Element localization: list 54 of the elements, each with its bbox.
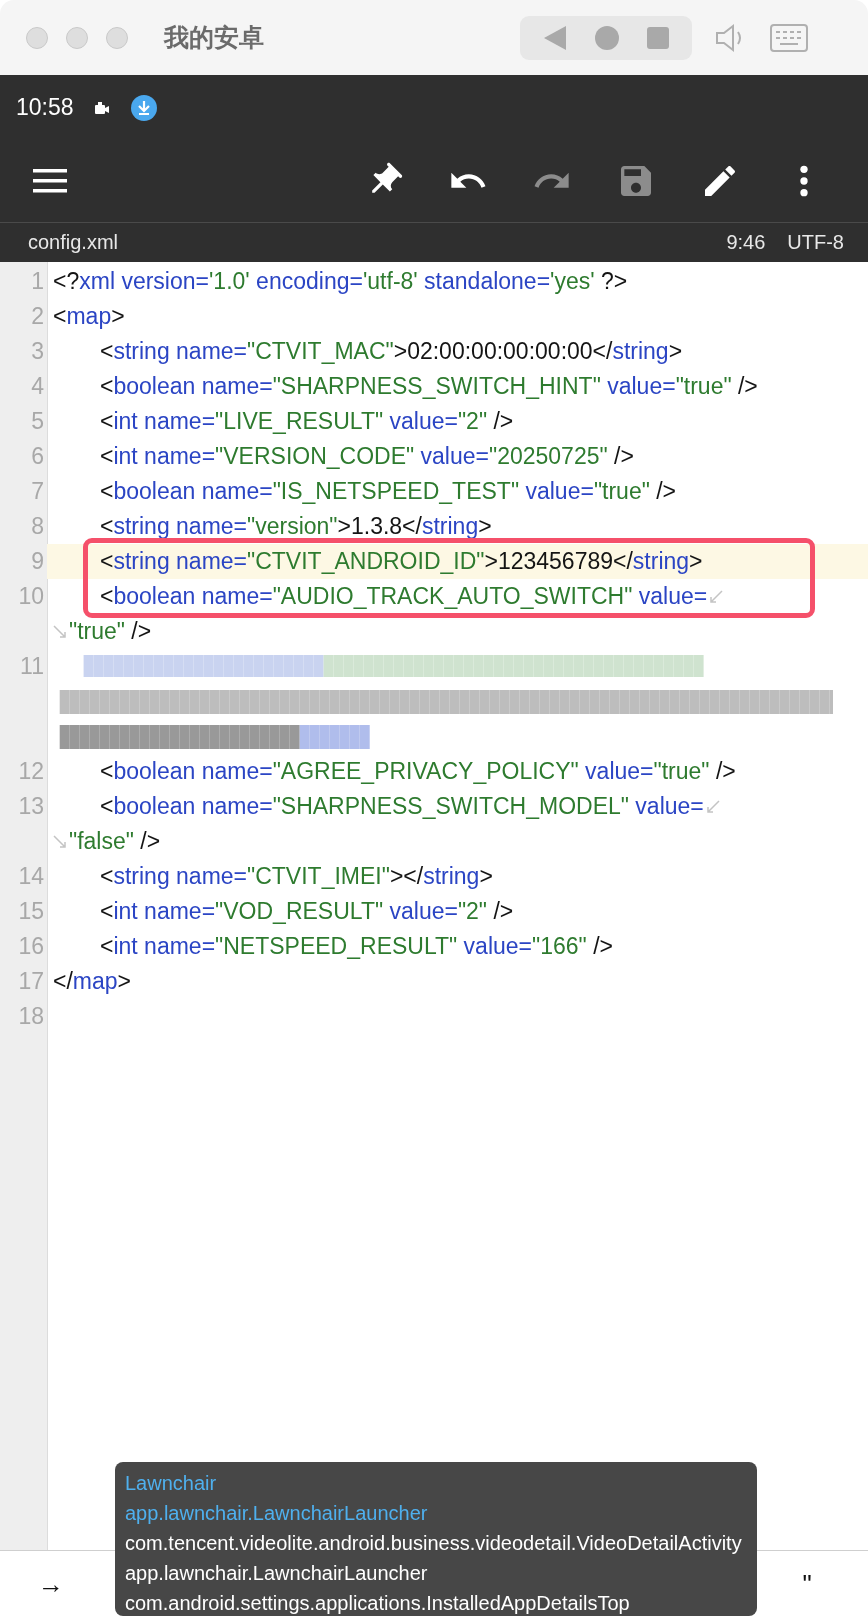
code-line: <int name="VOD_RESULT" value="2" /> (100, 897, 514, 926)
line-number: 18 (17, 1002, 45, 1031)
line-number: 17 (17, 967, 45, 996)
window-title: 我的安卓 (164, 22, 265, 53)
toast-line: app.lawnchair.LawnchairLauncher (125, 1501, 429, 1526)
key-button[interactable]: " (792, 1569, 822, 1600)
line-number: 7 (30, 477, 45, 506)
toast-line: Lawnchair (125, 1471, 218, 1496)
file-encoding: UTF-8 (787, 231, 844, 254)
code-line: <string name="CTVIT_IMEI"></string> (100, 862, 493, 891)
line-number: 10 (17, 582, 45, 611)
code-line: <string name="CTVIT_MAC">02:00:00:00:00:00</string> (100, 337, 683, 366)
file-name: config.xml (28, 231, 119, 254)
line-number: 5 (30, 407, 45, 436)
line-number: 11 (19, 652, 45, 681)
code-line: <int name="NETSPEED_RESULT" value="166" /> (100, 932, 613, 961)
toast-line: com.android.settings.applications.InstalledAppDetailsTop (125, 1591, 631, 1616)
line-number: 9 (30, 547, 45, 576)
toast-line: app.lawnchair.LawnchairLauncher (125, 1561, 429, 1586)
key-button[interactable]: → (36, 1569, 66, 1600)
code-line: <boolean name="IS_NETSPEED_TEST" value="true" /> (100, 477, 677, 506)
line-number: 8 (30, 512, 45, 541)
toast-line: com.tencent.videolite.android.business.videodetail.VideoDetailActivity (125, 1531, 743, 1556)
wrap-arrow-icon (51, 832, 69, 851)
cursor-position: 9:46 (726, 231, 766, 254)
line-number: 13 (17, 792, 45, 821)
menu-icon[interactable] (32, 167, 68, 195)
code-line: "false" /> (69, 827, 161, 856)
code-line: <boolean name="AUDIO_TRACK_AUTO_SWITCH" value= (100, 582, 708, 611)
code-line: <string name="CTVIT_ANDROID_ID">123456789</string> (100, 547, 703, 576)
line-number: 2 (30, 302, 45, 331)
line-number: 4 (30, 372, 45, 401)
line-number: 6 (30, 442, 45, 471)
line-number: 14 (17, 862, 45, 891)
status-time: 10:58 (16, 94, 74, 121)
line-number: 12 (17, 757, 45, 786)
code-line: <boolean name="SHARPNESS_SWITCH_MODEL" value= (100, 792, 704, 821)
download-icon (129, 93, 158, 122)
notification-icon (93, 100, 110, 115)
line-number: 16 (17, 932, 45, 961)
code-line: <int name="LIVE_RESULT" value="2" /> (100, 407, 514, 436)
code-line: <string name="version">1.3.8</string> (100, 512, 492, 541)
code-line: <boolean name="SHARPNESS_SWITCH_HINT" value="true" /> (100, 372, 758, 401)
code-line: "true" /> (69, 617, 152, 646)
code-line: </map> (53, 967, 131, 996)
code-line: <boolean name="AGREE_PRIVACY_POLICY" value="true" /> (100, 757, 736, 786)
line-number: 1 (30, 267, 45, 296)
wrap-arrow-icon (51, 622, 69, 641)
line-number: 15 (17, 897, 45, 926)
code-line: <int name="VERSION_CODE" value="20250725" /> (100, 442, 634, 471)
code-line: <?xml version='1.0' encoding='utf-8' standalone='yes' ?> (53, 267, 628, 296)
line-number: 3 (30, 337, 45, 366)
code-line: <map> (53, 302, 125, 331)
wrap-arrow-icon (707, 587, 726, 606)
